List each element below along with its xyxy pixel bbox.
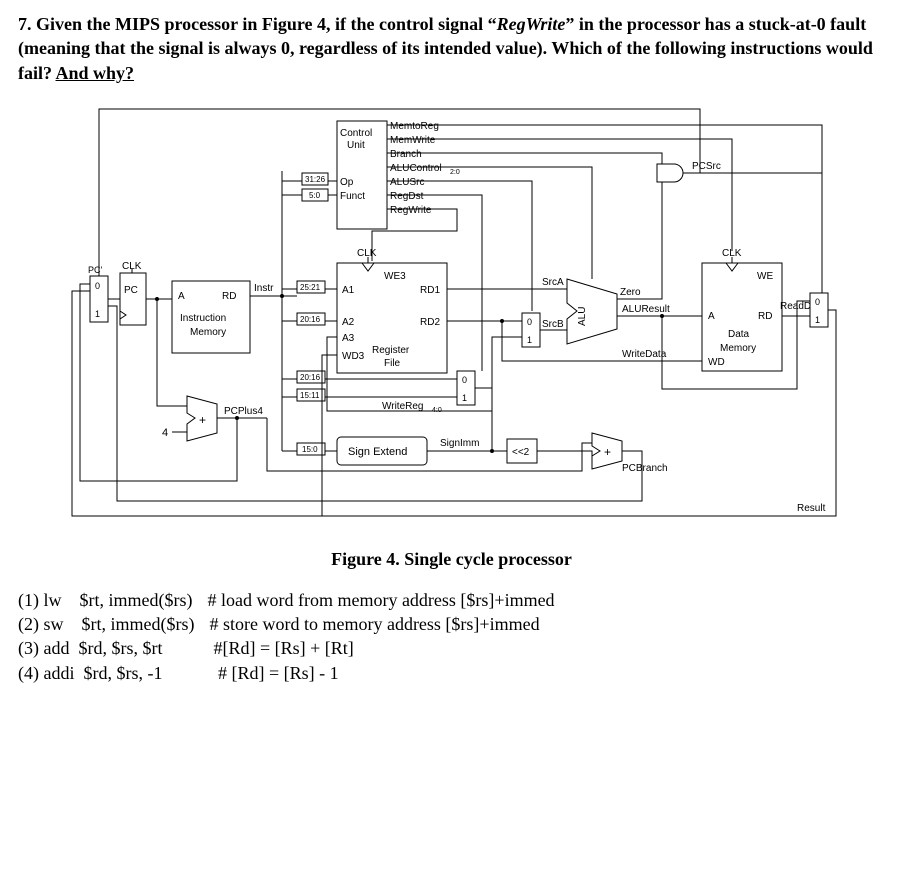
rf-we3: WE3 — [384, 271, 406, 282]
bits-1511: 15:11 — [300, 391, 320, 400]
dm-rd: RD — [758, 311, 772, 322]
option-4-comment: # [Rd] = [Rs] - 1 — [218, 663, 339, 683]
question-text: 7. Given the MIPS processor in Figure 4,… — [18, 12, 885, 85]
imem-RD: RD — [222, 291, 236, 302]
option-3: (3) add $rd, $rs, $rt #[Rd] = [Rs] + [Rt… — [18, 636, 885, 660]
bits-150: 15:0 — [302, 445, 318, 454]
shl2-label: <<2 — [512, 447, 530, 458]
rf-name2: File — [384, 358, 401, 369]
option-2-args: $rt, immed($rs) — [82, 614, 195, 634]
regdst-mux-0: 0 — [462, 375, 467, 385]
alu-label: ALU — [577, 306, 588, 325]
question-signal: RegWrite — [497, 14, 566, 34]
writereg-sub: 4:0 — [432, 407, 442, 414]
dm-a: A — [708, 311, 715, 322]
m2r-mux-1: 1 — [815, 315, 820, 325]
dm-we: WE — [757, 271, 773, 282]
option-4-args: $rd, $rs, -1 — [83, 663, 162, 683]
srca-label: SrcA — [542, 277, 564, 288]
option-4: (4) addi $rd, $rs, -1 # [Rd] = [Rs] - 1 — [18, 661, 885, 685]
ctrl-name2: Unit — [347, 140, 365, 151]
option-2: (2) sw $rt, immed($rs) # store word to m… — [18, 612, 885, 636]
dm-name2: Memory — [720, 343, 756, 354]
rf-a2: A2 — [342, 317, 355, 328]
ctrl-branch: Branch — [390, 149, 422, 160]
regdst-mux-1: 1 — [462, 393, 467, 403]
rf-a1: A1 — [342, 285, 355, 296]
ctrl-alucontrol: ALUControl — [390, 163, 442, 174]
pcplus4-label: PCPlus4 — [224, 406, 263, 417]
option-4-mnemonic: (4) addi — [18, 663, 74, 683]
pcprime-label: PC' — [88, 265, 103, 275]
writedata-label: WriteData — [622, 349, 667, 360]
figure-4-diagram: 0 1 PC' PC CLK A RD Instruction Memory I… — [62, 101, 842, 541]
rf-rd2: RD2 — [420, 317, 440, 328]
rf-name1: Register — [372, 345, 410, 356]
option-3-mnemonic: (3) add — [18, 638, 69, 658]
ctrl-regwrite: RegWrite — [390, 205, 432, 216]
imem-name2: Memory — [190, 327, 226, 338]
aluresult-label: ALUResult — [622, 304, 670, 315]
option-1: (1) lw $rt, immed($rs) # load word from … — [18, 588, 885, 612]
alusrc-mux-1: 1 — [527, 335, 532, 345]
option-1-args: $rt, immed($rs) — [80, 590, 193, 610]
svg-text:+: + — [199, 413, 206, 427]
clk-rf: CLK — [357, 248, 377, 259]
bits-50: 5:0 — [309, 191, 321, 200]
imem-name1: Instruction — [180, 313, 226, 324]
answer-options: (1) lw $rt, immed($rs) # load word from … — [18, 588, 885, 685]
pcbranch-label: PCBranch — [622, 463, 668, 474]
option-1-mnemonic: (1) lw — [18, 590, 62, 610]
pcsrc-label: PCSrc — [692, 161, 721, 172]
rf-a3: A3 — [342, 333, 355, 344]
signext-label: Sign Extend — [348, 446, 407, 458]
imem-A: A — [178, 291, 185, 302]
bits-2016a: 20:16 — [300, 315, 321, 324]
option-3-args: $rd, $rs, $rt — [78, 638, 162, 658]
writereg-label: WriteReg — [382, 401, 424, 412]
ctrl-alusrc: ALUSrc — [390, 177, 424, 188]
four-label: 4 — [162, 427, 168, 439]
svg-text:+: + — [604, 445, 611, 459]
ctrl-funct: Funct — [340, 191, 365, 202]
mux-0: 0 — [95, 281, 100, 291]
ctrl-name1: Control — [340, 128, 372, 139]
bits-3126: 31:26 — [305, 175, 326, 184]
ctrl-alucontrol-sub: 2:0 — [450, 169, 460, 176]
m2r-mux-0: 0 — [815, 297, 820, 307]
pc-label: PC — [124, 285, 138, 296]
ctrl-memtoreg: MemtoReg — [390, 121, 439, 132]
ctrl-op: Op — [340, 177, 354, 188]
alusrc-mux-0: 0 — [527, 317, 532, 327]
option-2-mnemonic: (2) sw — [18, 614, 64, 634]
instr-label: Instr — [254, 283, 274, 294]
question-underline: And why? — [56, 63, 135, 83]
rf-wd3: WD3 — [342, 351, 365, 362]
dm-wd: WD — [708, 357, 725, 368]
srcb-label: SrcB — [542, 319, 564, 330]
bits-2016b: 20:16 — [300, 373, 321, 382]
mux-1: 1 — [95, 309, 100, 319]
ctrl-regdst: RegDst — [390, 191, 424, 202]
figure-caption: Figure 4. Single cycle processor — [18, 549, 885, 570]
bits-2521: 25:21 — [300, 283, 321, 292]
ctrl-memwrite: MemWrite — [390, 135, 436, 146]
zero-label: Zero — [620, 287, 641, 298]
option-3-comment: #[Rd] = [Rs] + [Rt] — [213, 638, 353, 658]
signimm-label: SignImm — [440, 438, 479, 449]
question-prefix: 7. Given the MIPS processor in Figure 4,… — [18, 14, 497, 34]
option-2-comment: # store word to memory address [$rs]+imm… — [209, 614, 539, 634]
rf-rd1: RD1 — [420, 285, 440, 296]
result-label: Result — [797, 503, 826, 514]
dm-name1: Data — [728, 329, 750, 340]
option-1-comment: # load word from memory address [$rs]+im… — [207, 590, 554, 610]
